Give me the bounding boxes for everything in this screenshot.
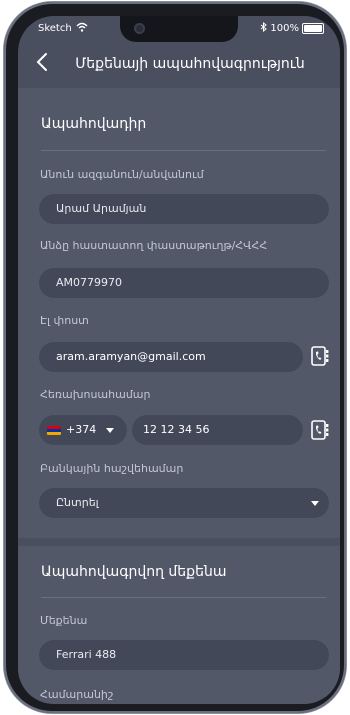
bank-account-placeholder: Ընտրել <box>56 496 99 509</box>
phone-label: Հեռախոսահամար <box>40 388 151 401</box>
email-contacts-button[interactable] <box>311 346 329 366</box>
id-document-label: Անձը հաստատող փաստաթուղթ/ՀՎՀՀ <box>40 239 268 252</box>
full-name-label: Անուն ազգանուն/անվանում <box>40 168 204 181</box>
bluetooth-icon <box>260 21 268 35</box>
car-field[interactable]: Ferrari 488 <box>39 640 329 670</box>
carrier-label: Sketch <box>38 23 72 34</box>
phone-contacts-button[interactable] <box>311 420 329 440</box>
battery-percent: 100% <box>270 23 299 34</box>
section-title: Ապահովագրվող մեքենա <box>41 564 227 580</box>
contact-book-icon <box>311 420 329 440</box>
insurer-section: Ապահովադիր Անուն ազգանուն/անվանում Արամ … <box>18 88 340 538</box>
email-label: Էլ փոստ <box>40 314 89 327</box>
battery-icon <box>302 23 324 34</box>
id-document-field[interactable]: AM0779970 <box>39 268 329 298</box>
device-frame: Sketch 100% Մեքենայի ապահովագրություն Ապ… <box>4 2 346 713</box>
armenia-flag-icon <box>47 426 61 435</box>
section-title: Ապահովադիր <box>41 116 147 132</box>
app-screen: Sketch 100% Մեքենայի ապահովագրություն Ապ… <box>18 16 340 704</box>
vehicle-section: Ապահովագրվող մեքենա Մեքենա Ferrari 488 Հ… <box>18 546 340 704</box>
car-label: Մեքենա <box>40 614 88 627</box>
country-code-value: +374 <box>66 423 97 436</box>
plate-label: Համարանիշ <box>40 688 114 701</box>
divider <box>41 150 326 151</box>
email-field[interactable]: aram.aramyan@gmail.com <box>39 342 303 372</box>
phone-number-field[interactable]: 12 12 34 56 <box>132 415 303 445</box>
country-code-select[interactable]: +374 <box>39 415 127 445</box>
nav-bar: Մեքենայի ապահովագրություն <box>18 42 340 88</box>
bank-account-select[interactable]: Ընտրել <box>39 488 329 518</box>
device-notch <box>120 16 238 42</box>
wifi-icon <box>76 22 88 35</box>
caret-down-icon <box>311 501 319 506</box>
contact-book-icon <box>311 346 329 366</box>
camera <box>134 23 145 34</box>
caret-down-icon <box>106 428 114 433</box>
full-name-field[interactable]: Արամ Արամյան <box>39 194 329 224</box>
divider <box>41 597 326 598</box>
page-title: Մեքենայի ապահովագրություն <box>75 56 305 72</box>
bank-account-label: Բանկային հաշվեհամար <box>40 462 184 475</box>
